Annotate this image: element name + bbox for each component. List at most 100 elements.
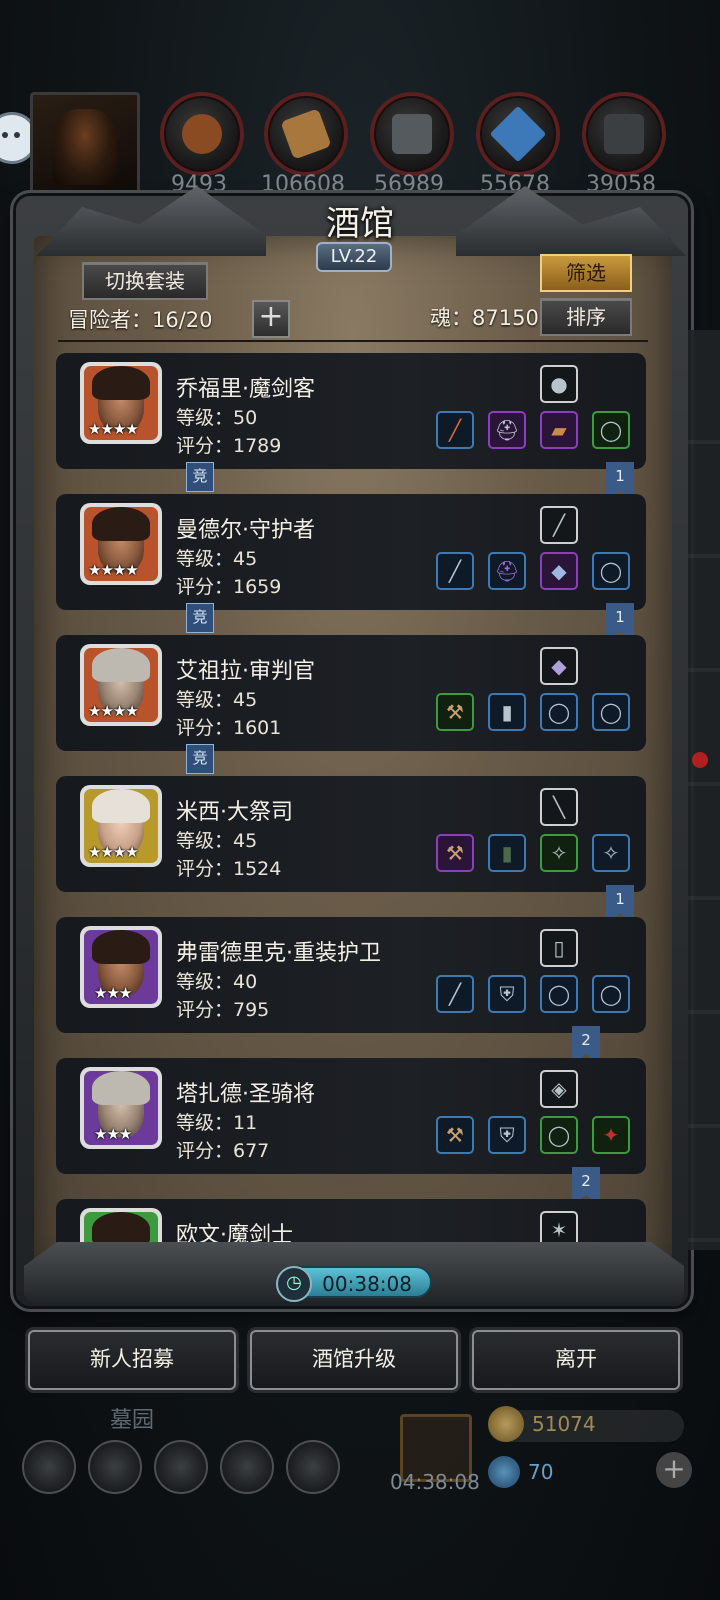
hero-portrait: ★★★★ (80, 785, 162, 867)
weapon-slot[interactable]: ╱ (436, 975, 474, 1013)
iron-icon[interactable] (582, 92, 666, 176)
leader-portrait[interactable] (30, 92, 140, 202)
iron-value: 39058 (586, 172, 656, 197)
accessory-slot[interactable]: ● (540, 365, 578, 403)
armor-slot[interactable]: ▰ (540, 411, 578, 449)
switch-outfit-button[interactable]: 切换套装 (82, 262, 208, 300)
hero-level: 等级：45 (176, 830, 258, 852)
hero-name: 塔扎德·圣骑将 (176, 1082, 315, 1107)
hero-portrait: ★★★★ (80, 503, 162, 585)
armor-slot[interactable]: ◆ (540, 552, 578, 590)
recruit-button[interactable]: 新人招募 (28, 1330, 236, 1390)
hero-level: 等级：45 (176, 548, 258, 570)
hero-name: 艾祖拉·审判官 (176, 659, 315, 684)
helmet-slot[interactable]: ▮ (488, 693, 526, 731)
hero-card[interactable]: ★★★ 塔扎德·圣骑将 等级：11 评分：677 ◈ ⚒ ⛨ ◯ ✦ (56, 1058, 646, 1174)
weapon-slot[interactable]: ⚒ (436, 834, 474, 872)
ring-slot[interactable]: ◯ (540, 975, 578, 1013)
accessory-slot[interactable]: ╱ (540, 506, 578, 544)
hero-name: 乔福里·魔剑客 (176, 377, 315, 402)
hero-card[interactable]: 欧文·魔剑士 ✶ (56, 1199, 646, 1248)
hero-score: 评分：1601 (176, 717, 282, 739)
hero-score: 评分：677 (176, 1140, 270, 1162)
meat-icon[interactable] (160, 92, 244, 176)
hero-name: 弗雷德里克·重装护卫 (176, 941, 381, 966)
hero-portrait: ★★★★ (80, 644, 162, 726)
amulet-slot[interactable]: ✧ (592, 834, 630, 872)
hero-card[interactable]: ★★★★ 乔福里·魔剑客 等级：50 评分：1789 ● ╱ ⛑ ▰ ◯ (56, 353, 646, 469)
hero-level: 等级：50 (176, 407, 258, 429)
stone-icon[interactable] (370, 92, 454, 176)
accessory-slot[interactable]: ╲ (540, 788, 578, 826)
wood-icon[interactable] (264, 92, 348, 176)
hero-list[interactable]: ★★★★ 乔福里·魔剑客 等级：50 评分：1789 ● ╱ ⛑ ▰ ◯ 竞 1… (56, 350, 656, 1248)
hero-portrait: ★★★★ (80, 362, 162, 444)
armor-slot[interactable]: ⛨ (488, 975, 526, 1013)
accessory-slot[interactable]: ▯ (540, 929, 578, 967)
hero-level: 等级：40 (176, 971, 258, 993)
hero-card[interactable]: ★★★★ 艾祖拉·审判官 等级：45 评分：1601 ◆ ⚒ ▮ ◯ ◯ (56, 635, 646, 751)
hero-name: 曼德尔·守护者 (176, 518, 315, 543)
ring-slot[interactable]: ◯ (592, 975, 630, 1013)
guild-icon[interactable] (286, 1440, 340, 1494)
amulet-slot[interactable]: ✧ (540, 834, 578, 872)
side-tabs[interactable] (688, 330, 720, 1250)
soul-count: 魂：87150 (430, 306, 539, 330)
hero-card[interactable]: ★★★★ 米西·大祭司 等级：45 评分：1524 ╲ ⚒ ▮ ✧ ✧ (56, 776, 646, 892)
hero-score: 评分：795 (176, 999, 270, 1021)
stone-value: 56989 (374, 172, 444, 197)
weapon-slot[interactable]: ⚒ (436, 1116, 474, 1154)
crystal-icon[interactable] (476, 92, 560, 176)
sort-button[interactable]: 排序 (540, 298, 632, 336)
hero-level: 等级：11 (176, 1112, 258, 1134)
panel-title: 酒馆 (326, 204, 394, 244)
wood-value: 106608 (261, 172, 345, 197)
clock-icon: ◷ (276, 1266, 312, 1302)
gold-value: 51074 (532, 1412, 596, 1436)
accessory-slot[interactable]: ◈ (540, 1070, 578, 1108)
mail-icon[interactable] (220, 1440, 274, 1494)
gem-value: 70 (528, 1460, 554, 1484)
ring-slot[interactable]: ◯ (540, 693, 578, 731)
hero-level: 等级：45 (176, 689, 258, 711)
header-divider (58, 340, 648, 342)
weapon-slot[interactable]: ╱ (436, 411, 474, 449)
ring-slot[interactable]: ◯ (592, 411, 630, 449)
hero-menu-icon[interactable] (88, 1440, 142, 1494)
hero-stars: ★★★★ (88, 420, 139, 438)
hero-stars: ★★★★ (88, 702, 139, 720)
filter-button[interactable]: 筛选 (540, 254, 632, 292)
helmet-slot[interactable]: ⛑ (488, 552, 526, 590)
weapon-slot[interactable]: ⚒ (436, 693, 474, 731)
hero-score: 评分：1789 (176, 435, 282, 457)
weapon-slot[interactable]: ╱ (436, 552, 474, 590)
amulet-slot[interactable]: ✦ (592, 1116, 630, 1154)
hero-score: 评分：1659 (176, 576, 282, 598)
area-name: 墓园 (110, 1408, 155, 1433)
armor-slot[interactable]: ⛨ (488, 1116, 526, 1154)
add-gems-button[interactable]: + (656, 1452, 692, 1488)
hero-card[interactable]: ★★★★ 曼德尔·守护者 等级：45 评分：1659 ╱ ╱ ⛑ ◆ ◯ (56, 494, 646, 610)
ring-slot[interactable]: ◯ (592, 552, 630, 590)
hero-name: 米西·大祭司 (176, 800, 293, 825)
gift-timer: 04:38:08 (390, 1470, 480, 1494)
settings-icon[interactable] (22, 1440, 76, 1494)
helmet-slot[interactable]: ⛑ (488, 411, 526, 449)
accessory-slot[interactable]: ◆ (540, 647, 578, 685)
hero-card[interactable]: ★★★ 弗雷德里克·重装护卫 等级：40 评分：795 ▯ ╱ ⛨ ◯ ◯ (56, 917, 646, 1033)
arena-tag: 竞 (186, 603, 214, 633)
hero-stars: ★★★★ (88, 561, 139, 579)
hero-stars: ★★★ (94, 984, 132, 1002)
upgrade-tavern-button[interactable]: 酒馆升级 (250, 1330, 458, 1390)
hero-score: 评分：1524 (176, 858, 282, 880)
hero-stars: ★★★★ (88, 843, 139, 861)
equipment-menu-icon[interactable] (154, 1440, 208, 1494)
arena-tag: 竞 (186, 462, 214, 492)
ring-slot[interactable]: ◯ (592, 693, 630, 731)
leave-button[interactable]: 离开 (472, 1330, 680, 1390)
armor-slot[interactable]: ▮ (488, 834, 526, 872)
add-adventurer-button[interactable]: + (252, 300, 290, 338)
notification-dot (692, 752, 708, 768)
tavern-level-badge: LV.22 (316, 242, 392, 272)
ring-slot[interactable]: ◯ (540, 1116, 578, 1154)
